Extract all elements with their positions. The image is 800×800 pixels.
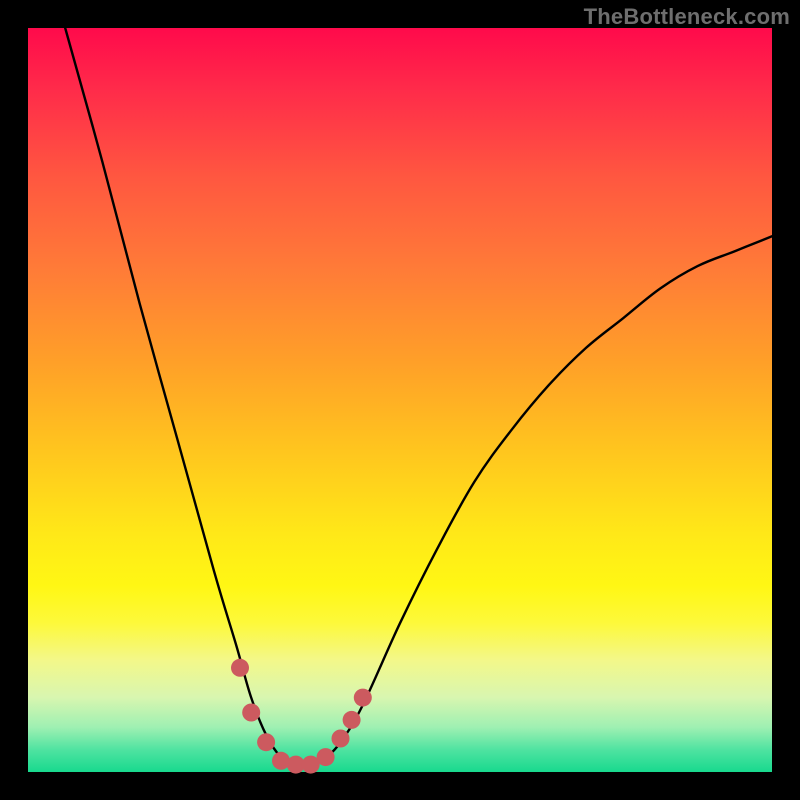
curve-marker xyxy=(343,711,361,729)
chart-plot-area xyxy=(28,28,772,772)
curve-marker xyxy=(231,659,249,677)
chart-svg xyxy=(28,28,772,772)
curve-marker xyxy=(317,748,335,766)
curve-marker xyxy=(354,689,372,707)
chart-frame: TheBottleneck.com xyxy=(0,0,800,800)
curve-marker xyxy=(242,704,260,722)
curve-marker xyxy=(332,730,350,748)
curve-marker xyxy=(257,733,275,751)
bottleneck-curve xyxy=(65,28,772,766)
curve-markers xyxy=(231,659,372,774)
watermark-text: TheBottleneck.com xyxy=(584,4,790,30)
